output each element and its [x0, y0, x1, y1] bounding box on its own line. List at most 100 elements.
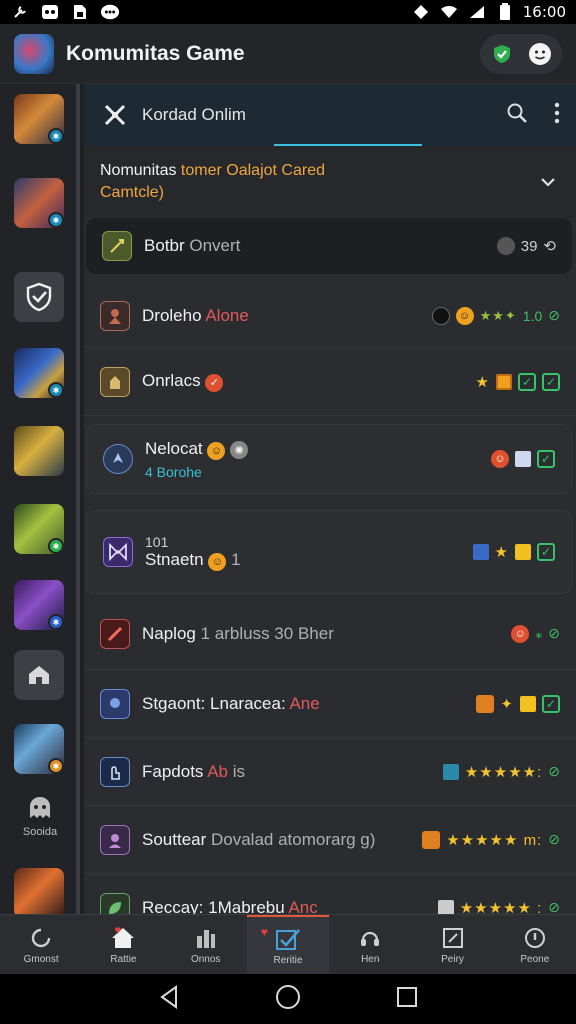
checkbox-icon[interactable]: ✓: [542, 372, 560, 391]
tab-title[interactable]: Kordad Onlim: [142, 105, 246, 125]
timer-icon: ⊘: [548, 307, 560, 323]
badge-icon: ✱: [48, 382, 64, 398]
note-icon: [515, 544, 531, 560]
recents-icon[interactable]: [396, 986, 418, 1013]
mage-icon: [100, 688, 130, 719]
list-item[interactable]: Droleho Alone ☺ ★★✦ 1.0 ⊘: [84, 284, 576, 348]
badge-icon: ✱: [48, 128, 64, 144]
sparkle-icon: ⁎: [535, 625, 543, 641]
sidebar-game-avatar[interactable]: [14, 868, 64, 914]
list-item-meta: ☺ ★★✦ 1.0 ⊘: [431, 306, 560, 325]
sidebar-scrollbar[interactable]: [76, 154, 80, 170]
app-bar: Komumitas Game: [0, 24, 576, 84]
star-icon: ✦: [500, 695, 514, 713]
sidebar-game-avatar[interactable]: ✱: [14, 580, 64, 630]
timer-icon: ⊘: [548, 899, 560, 914]
nav-item-hen[interactable]: Hen: [329, 915, 411, 974]
sword-icon: [102, 231, 132, 261]
knight-icon: [100, 366, 130, 397]
nav-item-gmonst[interactable]: Gmonst: [0, 915, 82, 974]
compass-icon: [103, 444, 133, 474]
list-item[interactable]: Fapdots Ab is ★★★★★: ⊘: [84, 738, 576, 806]
blade-icon: [100, 618, 130, 649]
checkbox-icon[interactable]: ✓: [542, 694, 560, 713]
list-item-meta: ★★★★★: ⊘: [442, 763, 560, 781]
game-avatar: [14, 868, 64, 914]
app-actions-pill: [480, 33, 562, 74]
checkbox-icon[interactable]: ✓: [537, 543, 555, 561]
box-icon: [472, 544, 489, 560]
rating-stars: ★★★★★:: [464, 763, 543, 781]
sidebar-game-avatar[interactable]: ✱: [14, 94, 64, 144]
nav-item-rattie[interactable]: ♥ Rattie: [82, 915, 164, 974]
battery-icon: [495, 3, 515, 21]
timer-icon: ⊘: [548, 625, 560, 641]
message-icon: [100, 3, 120, 21]
sidebar-shield-item[interactable]: [14, 272, 64, 322]
nav-item-onnos[interactable]: Onnos: [165, 915, 247, 974]
list-item[interactable]: Nelocat ☺ ✺ 4 Borohe ☺ ✓: [86, 424, 572, 494]
list-item[interactable]: Naplog 1 arbluss 30 Bher ☺ ⁎ ⊘: [84, 598, 576, 670]
list-item-subtitle: 4 Borohe: [145, 463, 202, 480]
checkbox-icon[interactable]: ✓: [518, 372, 536, 391]
chevron-down-icon[interactable]: [536, 170, 560, 194]
sidebar-game-avatar[interactable]: [14, 426, 64, 476]
home-circle-icon[interactable]: [275, 984, 301, 1015]
stats-bars-icon: [193, 925, 219, 951]
flame-icon: [422, 830, 441, 849]
list-item[interactable]: Reccay: 1Mabrebu Anc ★★★★★ : ⊘: [84, 874, 576, 914]
sidebar-game-avatar[interactable]: ✱: [14, 504, 64, 554]
list-item-title: Fapdots Ab is: [142, 761, 246, 781]
list-item[interactable]: Stgaont: Lnaracea: Ane ✦ ✓: [84, 670, 576, 738]
profile-icon[interactable]: [528, 42, 552, 66]
list-item[interactable]: 101 Stnaetn ☺ 1 ★ ✓: [86, 510, 572, 594]
sidebar-game-avatar[interactable]: ✱: [14, 348, 64, 398]
section-title: Nomunitas tomer Oalajot Cared Camtcle): [100, 162, 325, 201]
sidebar-game-avatar[interactable]: ✱: [14, 178, 64, 228]
list-item-title: Onrlacs ✓: [142, 371, 224, 392]
angry-emoji-icon: ☺: [511, 624, 530, 643]
nav-item-peone[interactable]: Peone: [494, 915, 576, 974]
sidebar: ✱ ✱ ✱ ✱ ✱ ✱ Sooida: [0, 84, 80, 914]
nav-label: Peone: [520, 953, 550, 965]
nav-item-peiry[interactable]: Peiry: [411, 915, 493, 974]
ghost-icon[interactable]: [26, 796, 54, 824]
main-panel: Kordad Onlim Nomunitas tomer Oalajot Car…: [84, 84, 576, 914]
character-icon: [100, 824, 130, 855]
verified-shield-icon[interactable]: [490, 42, 514, 66]
sidebar-game-avatar[interactable]: ✱: [14, 724, 64, 774]
status-bar: 16:00: [0, 0, 576, 24]
tools-icon: [10, 3, 30, 21]
list-item-text: Nelocat ☺ ✺ 4 Borohe: [145, 439, 249, 480]
rating-stars: ★★★★★ m:: [446, 831, 543, 849]
list-item[interactable]: Souttear Dovalad atomorarg g) ★★★★★ m: ⊘: [84, 806, 576, 874]
list-item-meta: ☺ ⁎ ⊘: [511, 624, 560, 643]
angry-emoji-icon: ☺: [491, 450, 509, 468]
emoji-icon: ☺: [207, 441, 226, 460]
timer-icon: ⊘: [548, 763, 560, 779]
box-icon: [515, 451, 531, 467]
emoji-icon: ☺: [208, 552, 227, 571]
crossed-tools-icon[interactable]: [100, 100, 130, 130]
fire-emoji-icon: ✓: [205, 373, 224, 392]
refresh-icon: ⟲: [543, 238, 556, 255]
badge-icon: ✱: [48, 538, 64, 554]
sidebar-home-item[interactable]: [14, 650, 64, 700]
smile-emoji-icon: ☺: [455, 306, 474, 325]
gear-icon: ✺: [230, 441, 249, 459]
more-options-icon[interactable]: [554, 102, 560, 129]
nav-label: Gmonst: [23, 953, 59, 965]
nav-item-reritie[interactable]: ♥ Reritie: [246, 915, 330, 974]
list-item[interactable]: Onrlacs ✓ ★ ✓ ✓: [84, 348, 576, 416]
cell-signal-icon: [467, 3, 487, 21]
app-title: Komumitas Game: [66, 41, 245, 65]
checklist-icon: [275, 926, 301, 952]
list-item-meta: ★ ✓: [472, 543, 555, 561]
hand-icon: [100, 756, 130, 787]
back-icon[interactable]: [158, 984, 180, 1014]
checkbox-icon[interactable]: ✓: [537, 450, 555, 468]
list-item[interactable]: Botbr Onvert 39 ⟲: [86, 218, 572, 274]
search-icon[interactable]: [506, 102, 528, 129]
sidebar-label: Sooida: [22, 826, 58, 838]
section-header[interactable]: Nomunitas tomer Oalajot Cared Camtcle): [84, 146, 576, 218]
